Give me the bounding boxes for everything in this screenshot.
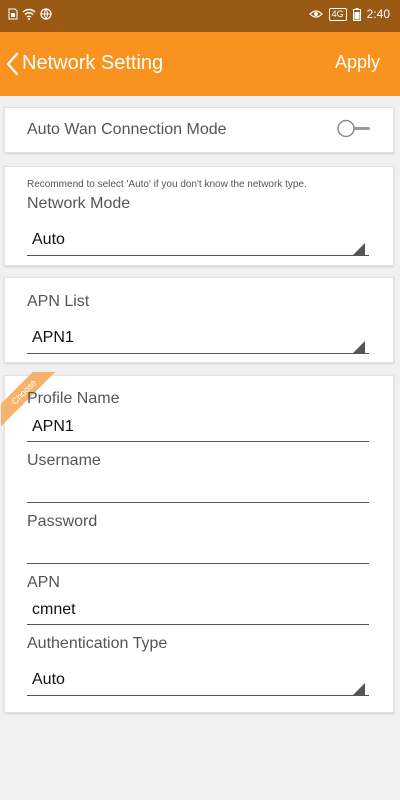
auto-wan-label: Auto Wan Connection Mode <box>27 121 227 138</box>
network-mode-card: Recommend to select 'Auto' if you don't … <box>4 166 394 266</box>
auto-wan-card: Auto Wan Connection Mode <box>4 107 394 153</box>
status-left <box>8 8 52 20</box>
auth-type-label: Authentication Type <box>27 635 168 652</box>
network-mode-label: Network Mode <box>27 195 131 212</box>
profile-name-label: Profile Name <box>27 390 120 407</box>
status-right: 4G 2:40 <box>308 7 390 21</box>
apn-profile-card: Choose Profile Name APN1 Username Passwo… <box>1 372 394 713</box>
status-time: 2:40 <box>366 7 390 21</box>
apn-underline <box>27 624 369 625</box>
apn-list-card: APN List APN1 <box>4 277 394 363</box>
auth-type-underline <box>27 695 369 696</box>
settings-content: Auto Wan Connection Mode Recommend to se… <box>0 96 400 800</box>
wifi-icon <box>22 8 36 20</box>
eye-icon <box>308 10 323 18</box>
network-type-badge: 4G <box>328 7 347 21</box>
network-mode-hint: Recommend to select 'Auto' if you don't … <box>27 179 307 190</box>
app-bar: Network Setting Apply <box>0 32 400 96</box>
apn-label: APN <box>27 574 60 591</box>
dropdown-arrow-icon[interactable] <box>353 683 365 695</box>
status-bar: 4G 2:40 <box>0 0 400 32</box>
apply-button[interactable]: Apply <box>335 52 380 73</box>
profile-name-field[interactable]: APN1 <box>32 418 74 436</box>
auth-type-value[interactable]: Auto <box>32 671 65 689</box>
apn-list-value[interactable]: APN1 <box>32 329 74 347</box>
battery-icon <box>352 7 361 21</box>
apn-list-underline <box>27 353 369 354</box>
page-title: Network Setting <box>22 52 164 74</box>
back-arrow-icon[interactable] <box>4 52 22 76</box>
globe-icon <box>40 8 52 20</box>
network-mode-value[interactable]: Auto <box>32 231 65 249</box>
network-mode-underline <box>27 255 369 256</box>
username-label: Username <box>27 452 101 469</box>
apn-field[interactable]: cmnet <box>32 601 76 619</box>
username-underline <box>27 502 369 503</box>
dropdown-arrow-icon[interactable] <box>353 243 365 255</box>
auto-wan-toggle[interactable] <box>336 114 370 144</box>
dropdown-arrow-icon[interactable] <box>353 341 365 353</box>
password-underline <box>27 563 369 564</box>
profile-name-underline <box>27 441 369 442</box>
password-label: Password <box>27 513 98 530</box>
apn-list-label: APN List <box>27 293 90 310</box>
sim-icon <box>8 8 18 20</box>
